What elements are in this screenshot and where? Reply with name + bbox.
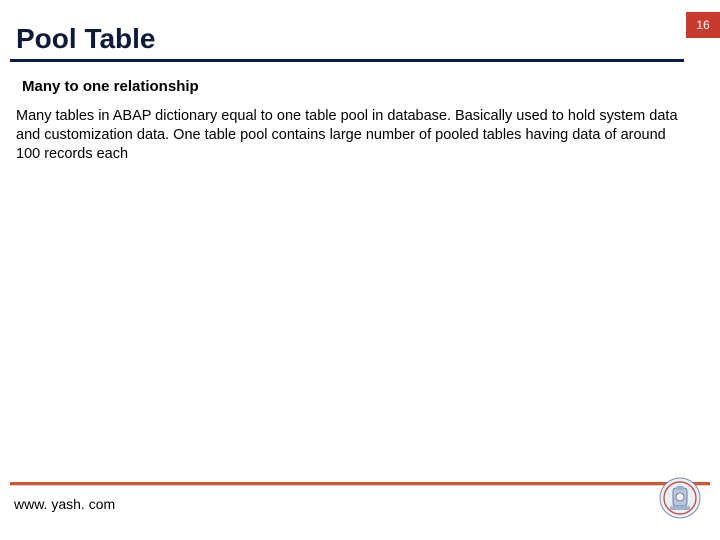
body-text: Many tables in ABAP dictionary equal to …: [16, 107, 692, 164]
title-bar: Pool Table: [10, 18, 684, 62]
slide: Pool Table 16 Many to one relationship M…: [0, 0, 720, 540]
footer-divider-gray: [10, 485, 710, 486]
page-number: 16: [696, 18, 709, 32]
company-logo-icon: [658, 476, 702, 520]
footer-url: www. yash. com: [14, 496, 115, 512]
page-number-badge: 16: [686, 12, 720, 38]
subtitle: Many to one relationship: [22, 78, 199, 95]
footer: www. yash. com: [0, 482, 720, 522]
slide-title: Pool Table: [10, 23, 156, 55]
